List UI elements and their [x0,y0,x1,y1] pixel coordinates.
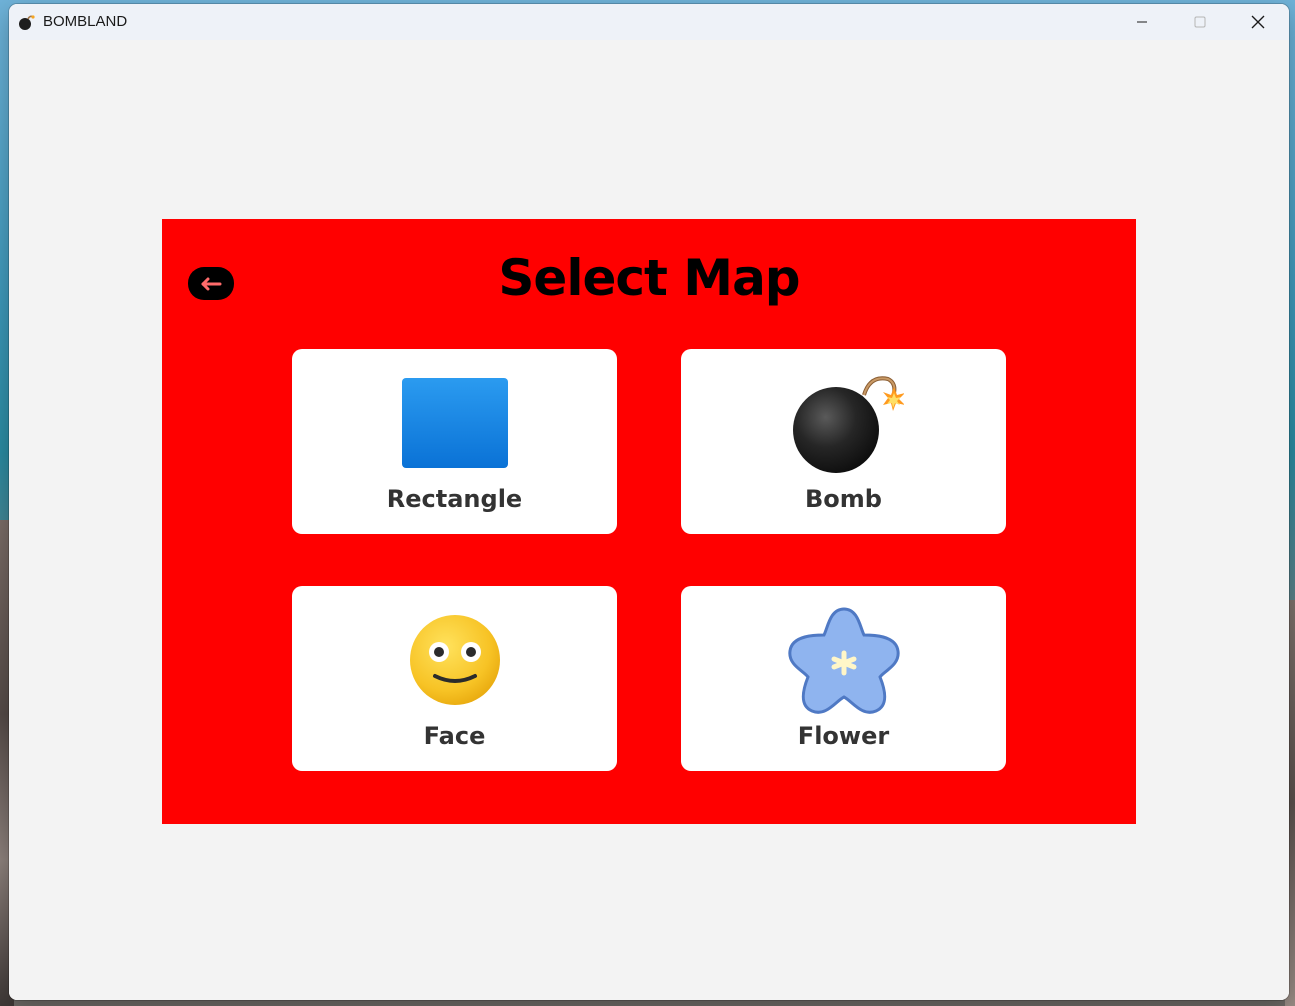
map-card-rectangle[interactable]: Rectangle [292,349,617,534]
maximize-button[interactable] [1171,4,1229,40]
map-card-face[interactable]: Face [292,586,617,771]
app-content: Select Map Rectangle Bomb Face Flower [9,40,1289,1000]
map-label: Bomb [805,485,882,513]
map-label: Face [423,722,486,750]
bomb-icon [18,14,35,31]
title-bar[interactable]: BOMBLAND [9,4,1289,40]
window-title: BOMBLAND [43,13,128,30]
map-card-flower[interactable]: Flower [681,586,1006,771]
app-window: BOMBLAND Select Map Rectangle Bomb Face … [9,4,1289,1000]
maximize-icon [1194,16,1206,28]
map-label: Rectangle [386,485,523,513]
minimize-icon [1137,21,1147,23]
map-label: Flower [797,722,890,750]
minimize-button[interactable] [1113,4,1171,40]
close-icon [1251,15,1265,29]
blue-square-icon [395,373,515,473]
smiley-face-icon [395,610,515,710]
page-title: Select Map [498,249,800,307]
map-card-bomb[interactable]: Bomb [681,349,1006,534]
blue-flower-icon [784,607,904,714]
select-map-panel: Select Map Rectangle Bomb Face Flower [162,219,1136,824]
close-button[interactable] [1229,4,1287,40]
bomb-icon [784,373,904,473]
